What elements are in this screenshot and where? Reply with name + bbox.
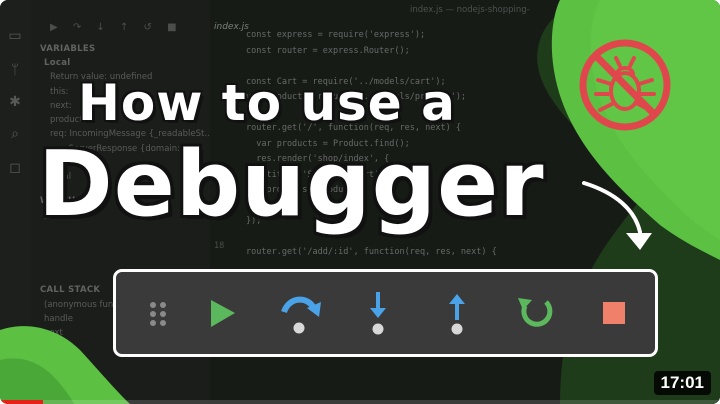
headline-line2: Debugger <box>38 132 545 237</box>
stop-icon[interactable] <box>584 272 644 354</box>
no-bug-icon <box>579 39 671 131</box>
step-out-icon[interactable] <box>427 272 487 354</box>
video-duration: 17:01 <box>653 371 711 395</box>
debug-toolbar <box>113 269 658 357</box>
video-thumbnail[interactable]: ▭ ᛘ ✱ ⌕ ◻ ▶ ↷ ↓ ↑ ↺ ■ VARIABLES Local Re… <box>0 0 720 404</box>
watch-progress-bar <box>0 400 720 404</box>
drag-handle-icon[interactable] <box>128 272 188 354</box>
watch-progress-fill <box>0 400 44 404</box>
continue-icon[interactable] <box>191 272 251 354</box>
headline-line1: How to use a <box>78 74 456 132</box>
step-over-icon[interactable] <box>269 272 329 354</box>
step-into-icon[interactable] <box>348 272 408 354</box>
restart-icon[interactable] <box>506 272 566 354</box>
